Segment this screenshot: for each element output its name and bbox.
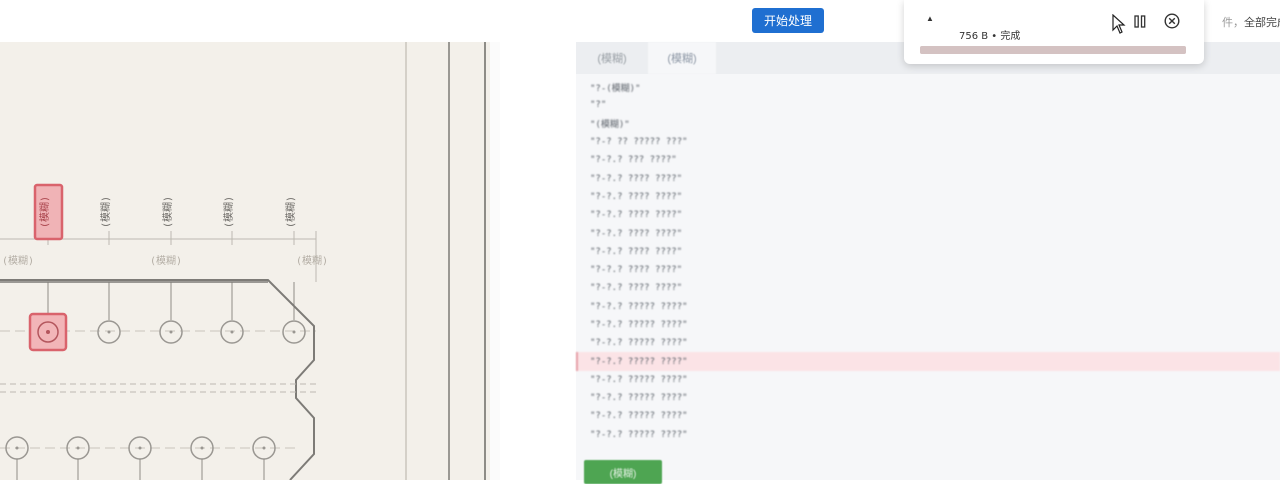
pause-icon[interactable]	[1129, 12, 1151, 30]
code-line: "?-?.? ???? ????"	[590, 210, 683, 221]
download-progress-bar	[920, 46, 1186, 54]
code-line: "?-?.? ????? ????"	[590, 374, 688, 385]
status-text: 件，全部完成	[1222, 14, 1280, 30]
column-label: (模糊)	[99, 196, 112, 228]
code-line-highlighted: "?-?.? ????? ????"	[576, 352, 1280, 371]
cancel-icon[interactable]	[1162, 11, 1182, 31]
code-line: "?-?.? ??? ????"	[590, 155, 677, 166]
code-line: "?-?.? ????? ????"	[590, 301, 688, 312]
code-line: "?-?.? ???? ????"	[590, 246, 683, 257]
download-popup: ▲ 756 B • 完成	[904, 0, 1204, 64]
code-line: "?-(模糊)"	[590, 83, 641, 94]
code-line: "?-?.? ????? ????"	[590, 338, 688, 349]
download-progress-fill	[920, 46, 1186, 54]
column-label: (模糊)	[161, 196, 174, 228]
drawing-panel: (模糊) (模糊) (模糊) (模糊) (模糊) (模糊) (模糊) (模糊)	[0, 42, 500, 480]
download-size-status: 756 B • 完成	[959, 31, 1021, 42]
code-line: "?-?.? ????? ????"	[590, 393, 688, 404]
code-line: "?-?.? ????? ????"	[590, 411, 688, 422]
code-line: "?-?.? ???? ????"	[590, 265, 683, 276]
column-label: (模糊)	[284, 196, 297, 228]
axis-label: (模糊)	[150, 254, 182, 267]
code-line: "(模糊)"	[590, 120, 630, 131]
code-line: "?-?.? ????? ????"	[590, 320, 688, 330]
chevron-up-icon[interactable]: ▲	[926, 14, 934, 23]
code-line: "?-?.? ???? ????"	[590, 283, 683, 294]
status-prefix: 件，	[1222, 16, 1244, 29]
start-processing-button[interactable]: 开始处理	[752, 8, 824, 33]
axis-label: (模糊)	[296, 254, 328, 267]
axis-label: (模糊)	[2, 254, 34, 267]
code-line: "?"	[590, 100, 607, 111]
drawing-margin	[490, 42, 500, 480]
hole-marker-highlighted	[28, 312, 68, 352]
code-line: "?-?.? ???? ????"	[590, 228, 683, 239]
code-line: "?-?.? ???? ????"	[590, 173, 683, 184]
cad-drawing: (模糊) (模糊) (模糊) (模糊) (模糊) (模糊) (模糊) (模糊)	[0, 42, 500, 480]
column-label-highlighted: (模糊)	[33, 183, 64, 241]
code-line: "?-?.? ???? ????"	[590, 191, 683, 202]
output-panel: (模糊) (模糊) "?-(模糊)" "?" "(模糊)" "?-? ?? ?????…	[576, 42, 1280, 484]
drawing-background	[0, 42, 490, 480]
tab-first[interactable]: (模糊)	[576, 42, 648, 74]
tab-second[interactable]: (模糊)	[648, 42, 716, 74]
status-done: 全部完成	[1244, 16, 1280, 29]
column-label: (模糊)	[222, 196, 235, 228]
code-line: "?-? ?? ????? ???"	[590, 137, 688, 148]
mouse-cursor-icon	[1112, 14, 1126, 34]
copy-button[interactable]: (模糊)	[584, 460, 662, 484]
column-label: (模糊)	[38, 196, 51, 228]
code-list: "?-(模糊)" "?" "(模糊)" "?-? ?? ????? ???" "?-?.…	[576, 78, 1280, 444]
code-line: "?-?.? ????? ????"	[590, 429, 688, 440]
